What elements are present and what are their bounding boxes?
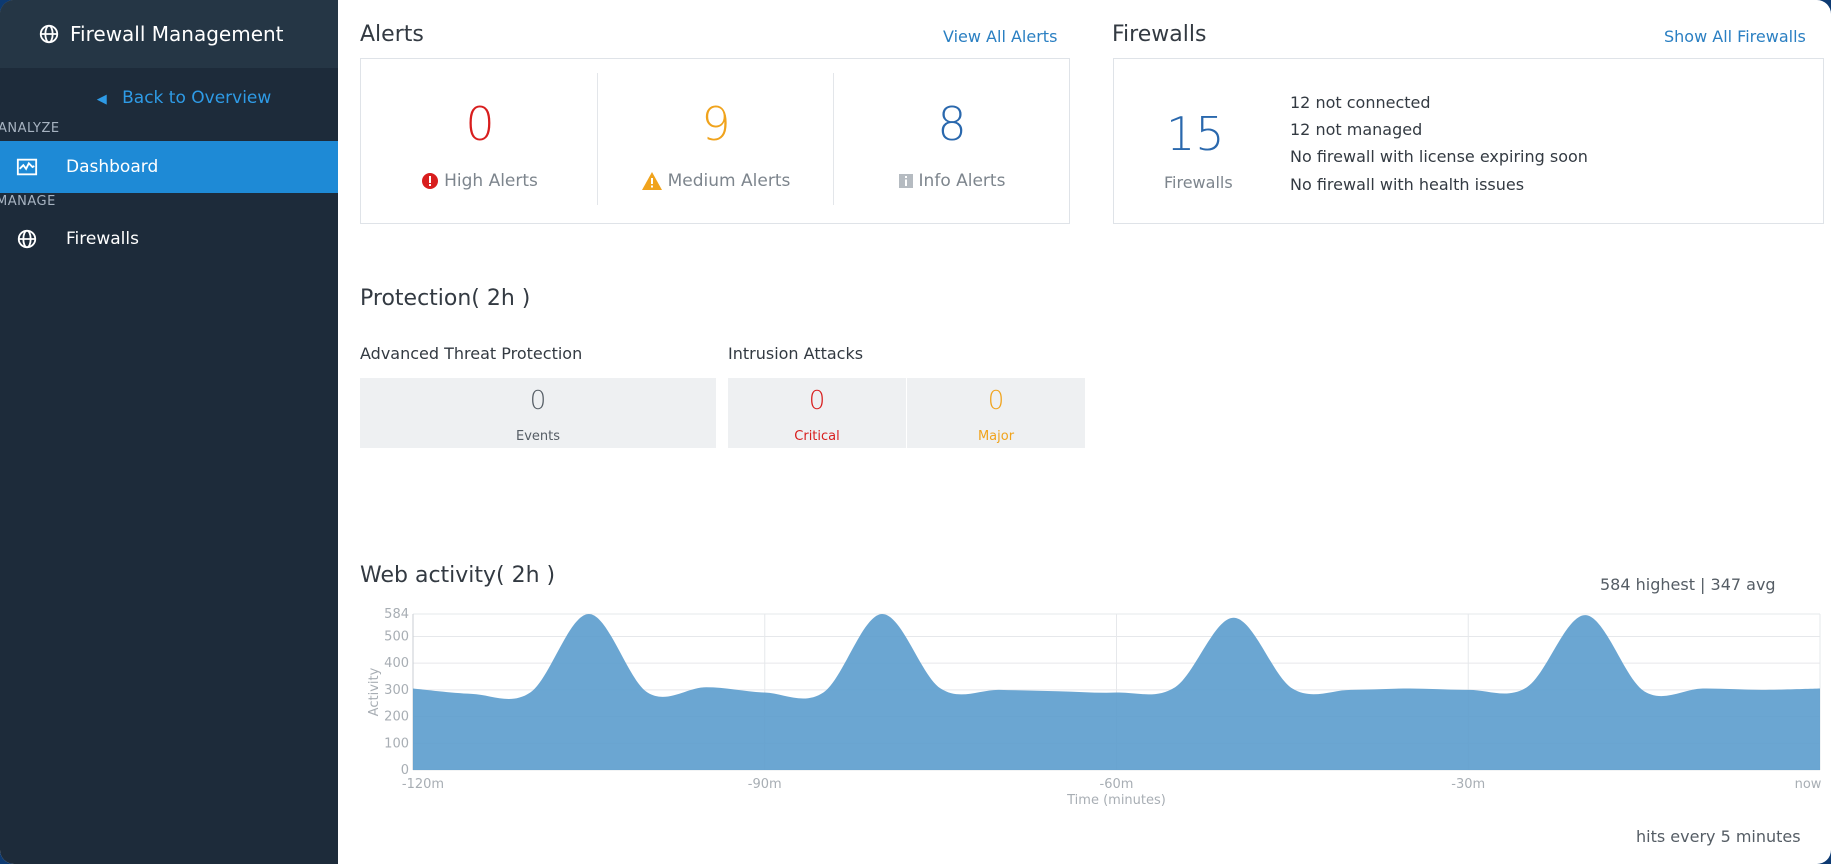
firewall-count[interactable]: 15 <box>1166 107 1225 161</box>
medium-alerts-tile[interactable]: 9 Medium Alerts <box>597 59 835 219</box>
x-axis-label: Time (minutes) <box>1066 793 1166 808</box>
back-to-overview-link[interactable]: ◀ Back to Overview <box>0 88 338 108</box>
info-alerts-label-row: Info Alerts <box>833 171 1071 191</box>
info-alerts-tile[interactable]: 8 Info Alerts <box>833 59 1071 219</box>
caret-left-icon: ◀ <box>96 92 107 107</box>
atp-events-label: Events <box>515 429 560 444</box>
y-axis-label: Activity <box>367 667 382 716</box>
info-alerts-label: Info Alerts <box>918 171 1006 191</box>
y-tick-label: 584 <box>384 607 409 622</box>
medium-alerts-count: 9 <box>701 97 731 151</box>
y-tick-label: 300 <box>384 683 409 698</box>
y-tick-label: 0 <box>401 763 409 778</box>
firewall-status-line: 12 not connected <box>1290 93 1431 112</box>
sidebar-item-label: Firewalls <box>66 229 139 249</box>
major-count: 0 <box>987 386 1005 416</box>
section-label-analyze: ANALYZE <box>0 121 60 136</box>
globe-icon <box>17 229 37 249</box>
view-all-alerts-link[interactable]: View All Alerts <box>943 27 1057 46</box>
y-tick-label: 100 <box>384 736 409 751</box>
globe-icon <box>39 24 59 44</box>
sidebar-item-dashboard[interactable]: Dashboard <box>0 141 338 193</box>
app-title: Firewall Management <box>70 22 284 46</box>
back-link-label: Back to Overview <box>122 88 272 108</box>
web-activity-footer: hits every 5 minutes <box>1636 827 1801 846</box>
y-tick-label: 400 <box>384 656 409 671</box>
atp-events-count: 0 <box>529 386 547 416</box>
critical-count: 0 <box>808 386 826 416</box>
firewall-count-label: Firewalls <box>1164 173 1233 192</box>
sidebar: Firewall Management ◀ Back to Overview A… <box>0 0 338 864</box>
activity-icon <box>16 158 38 176</box>
high-alerts-tile[interactable]: 0 High Alerts <box>361 59 599 219</box>
alerts-panel: 0 High Alerts 9 Medium Alerts 8 Info Ale… <box>360 58 1070 224</box>
high-alerts-count: 0 <box>465 97 495 151</box>
intrusion-critical-tile[interactable]: 0 Critical <box>728 378 906 448</box>
show-all-firewalls-link[interactable]: Show All Firewalls <box>1664 27 1806 46</box>
firewall-status-line: 12 not managed <box>1290 120 1423 139</box>
medium-alerts-label-row: Medium Alerts <box>597 171 835 191</box>
firewalls-panel: 15 Firewalls 12 not connected 12 not man… <box>1113 58 1824 224</box>
info-alerts-count: 8 <box>937 97 967 151</box>
alerts-title: Alerts <box>360 22 424 47</box>
y-tick-label: 500 <box>384 629 409 644</box>
web-activity-title: Web activity( 2h ) <box>360 563 556 588</box>
firewall-status-line: No firewall with license expiring soon <box>1290 147 1588 166</box>
x-tick-label: now <box>1795 777 1822 792</box>
app-brand[interactable]: Firewall Management <box>0 0 338 68</box>
firewalls-title: Firewalls <box>1112 22 1207 47</box>
y-axis-ticks: 0 100 200 300 400 500 584 <box>384 607 409 778</box>
warning-icon <box>641 172 662 190</box>
y-tick-label: 200 <box>384 710 409 725</box>
atp-events-tile[interactable]: 0 Events <box>360 378 716 448</box>
medium-alerts-label: Medium Alerts <box>667 171 791 191</box>
critical-label: Critical <box>794 429 840 444</box>
atp-title: Advanced Threat Protection <box>360 344 583 363</box>
error-icon <box>422 173 439 189</box>
high-alerts-label: High Alerts <box>444 171 538 191</box>
x-tick-label: -90m <box>748 777 782 792</box>
x-axis-ticks: -120m -90m -60m -30m now <box>402 777 1822 792</box>
firewall-status-line: No firewall with health issues <box>1290 175 1525 194</box>
web-activity-chart: 0 100 200 300 400 500 584 -120m -90m -60m -30m now… <box>367 607 1822 808</box>
sidebar-item-label: Dashboard <box>66 157 159 177</box>
web-activity-summary: 584 highest | 347 avg <box>1600 575 1776 594</box>
intrusion-major-tile[interactable]: 0 Major <box>907 378 1085 448</box>
protection-title: Protection( 2h ) <box>360 286 531 311</box>
info-icon <box>898 174 913 188</box>
x-tick-label: -30m <box>1451 777 1485 792</box>
high-alerts-label-row: High Alerts <box>361 171 599 191</box>
x-tick-label: -60m <box>1100 777 1134 792</box>
section-label-manage: MANAGE <box>0 194 56 209</box>
x-tick-label: -120m <box>402 777 444 792</box>
intrusion-title: Intrusion Attacks <box>728 344 864 363</box>
app-window: Firewall Management ◀ Back to Overview A… <box>0 0 1831 864</box>
sidebar-item-firewalls[interactable]: Firewalls <box>0 213 338 265</box>
major-label: Major <box>977 429 1015 444</box>
